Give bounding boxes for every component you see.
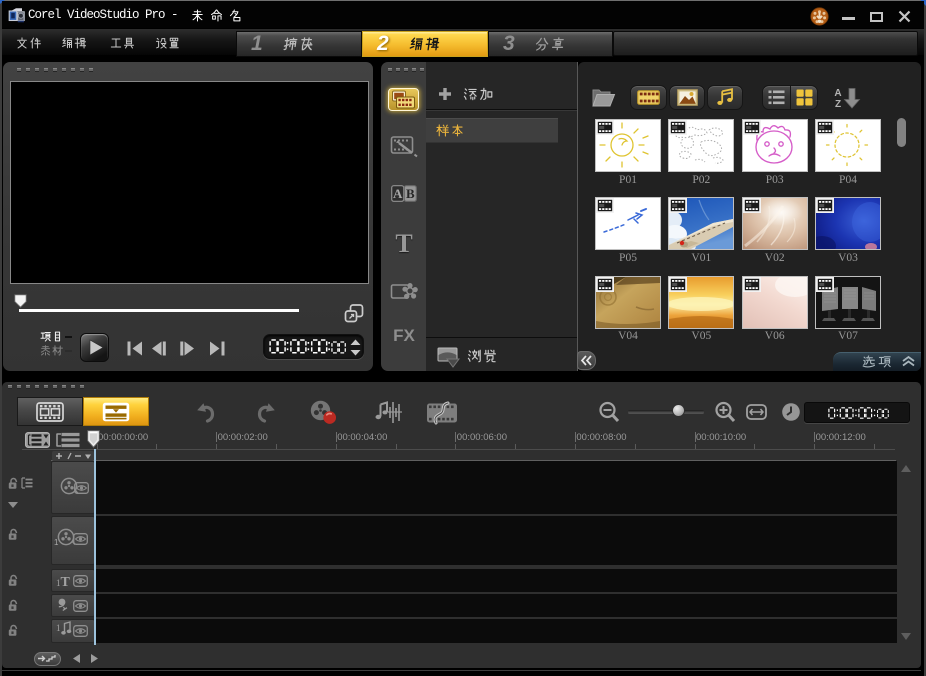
svg-text:A: A <box>393 186 403 201</box>
svg-text:A: A <box>834 88 841 99</box>
svg-text:B: B <box>406 186 415 201</box>
svg-text:Z: Z <box>835 99 841 110</box>
